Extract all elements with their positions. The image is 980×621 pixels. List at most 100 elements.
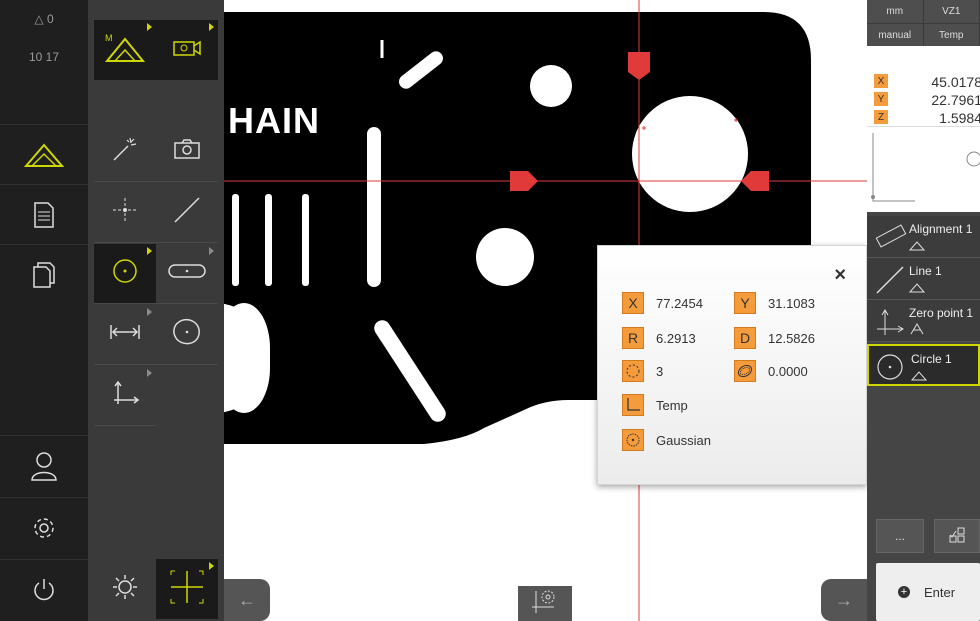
arrow-left-icon: ← xyxy=(238,589,256,610)
axis-x: X xyxy=(874,74,888,88)
result-points: 3 xyxy=(622,360,663,382)
feature-circle[interactable]: Circle 1 xyxy=(867,344,980,386)
plus-icon: + xyxy=(898,586,910,598)
measure-icon xyxy=(908,238,926,256)
grid-icon xyxy=(948,526,966,547)
r-value: 6.2913 xyxy=(656,330,696,346)
line-icon xyxy=(873,263,907,300)
slot-tool[interactable] xyxy=(156,244,218,304)
unit-vz[interactable]: VZ1 xyxy=(923,0,980,23)
user-icon xyxy=(30,451,58,481)
point-tool[interactable] xyxy=(94,183,156,243)
position-x: X 45.0178 xyxy=(867,74,980,90)
submenu-flag xyxy=(147,369,152,377)
measurement-app: △ 0 10 17 M HAIN × X 77.2454 Y 31.1083 R… xyxy=(0,0,980,621)
close-icon[interactable]: × xyxy=(834,264,846,287)
camera-icon xyxy=(173,138,201,165)
delta-indicator: △ 0 xyxy=(34,12,54,26)
point-icon xyxy=(110,195,140,230)
measure-manual-icon: M xyxy=(103,31,147,70)
x-tag: X xyxy=(622,292,644,314)
result-diameter: D 12.5826 xyxy=(734,327,815,349)
axes-icon xyxy=(622,394,644,416)
line-tool[interactable] xyxy=(156,183,218,243)
axis-z: Z xyxy=(874,110,888,124)
tool-palette: M xyxy=(88,0,224,621)
alignment-icon xyxy=(873,221,907,258)
feature-label: Alignment 1 xyxy=(909,222,973,236)
report-menu-button[interactable] xyxy=(0,184,88,244)
crosshair-tool[interactable] xyxy=(156,559,218,619)
zero-icon xyxy=(909,322,925,340)
settings-button[interactable] xyxy=(0,497,88,557)
auto-detect-tool[interactable] xyxy=(94,122,156,182)
feature-line[interactable]: Line 1 xyxy=(867,258,980,300)
forward-button[interactable]: → xyxy=(821,579,867,621)
enter-button[interactable]: + Enter xyxy=(876,563,980,621)
feature-alignment[interactable]: Alignment 1 xyxy=(867,216,980,258)
result-x: X 77.2454 xyxy=(622,292,703,314)
zero-point-tool[interactable] xyxy=(94,366,156,426)
submenu-flag xyxy=(209,247,214,255)
blob-icon xyxy=(171,316,203,353)
measure-icon xyxy=(910,368,928,386)
circle-icon xyxy=(875,351,909,388)
layout-button[interactable] xyxy=(934,519,980,553)
measure-icon xyxy=(24,142,64,168)
result-coordinate-system: Temp xyxy=(622,394,688,416)
d-tag: D xyxy=(734,327,756,349)
submenu-flag xyxy=(147,247,152,255)
more-button[interactable]: ... xyxy=(876,519,924,553)
main-menu: △ 0 10 17 xyxy=(0,0,88,621)
camera-tool[interactable] xyxy=(156,20,218,80)
copy-icon xyxy=(32,261,56,289)
coordinate-label[interactable]: Temp xyxy=(923,24,980,47)
axes-icon xyxy=(110,378,140,413)
zero-point-icon xyxy=(873,305,907,342)
inspector-panel: mm VZ1 manual Temp X 45.0178 Y 22.7961 Z… xyxy=(867,0,980,621)
axis-y: Y xyxy=(874,92,888,106)
form-value: 0.0000 xyxy=(768,363,808,379)
submenu-flag xyxy=(209,23,214,31)
manual-measure-tool[interactable]: M xyxy=(94,20,156,80)
y-tag: Y xyxy=(734,292,756,314)
gear-icon xyxy=(31,515,57,541)
position-y: Y 22.7961 xyxy=(867,92,980,108)
freeform-tool[interactable] xyxy=(156,305,218,365)
submenu-flag xyxy=(147,23,152,31)
power-button[interactable] xyxy=(0,559,88,619)
clock: 10 17 xyxy=(28,50,60,64)
power-icon xyxy=(31,577,57,603)
result-radius: R 6.2913 xyxy=(622,327,696,349)
status-area: △ 0 10 17 xyxy=(0,0,88,64)
measure-icon xyxy=(908,280,926,298)
points-value: 3 xyxy=(656,363,664,379)
position-z: Z 1.5984 xyxy=(867,110,980,126)
measure-menu-button[interactable] xyxy=(0,124,88,184)
measure-settings-button[interactable] xyxy=(518,586,572,621)
value-z: 1.5984 xyxy=(939,110,980,126)
snapshot-tool[interactable] xyxy=(156,122,218,182)
distance-tool[interactable] xyxy=(94,305,156,365)
points-icon xyxy=(622,360,644,382)
coordinate-value: Temp xyxy=(656,397,688,413)
circle-tool[interactable] xyxy=(94,244,156,304)
line-icon xyxy=(172,195,202,230)
crosshair-icon xyxy=(167,567,207,612)
canvas-label: HAIN xyxy=(228,100,320,141)
mode-label[interactable]: manual xyxy=(867,24,924,47)
light-tool[interactable] xyxy=(94,559,156,619)
back-button[interactable]: ← xyxy=(224,579,270,621)
submenu-flag xyxy=(147,308,152,316)
feature-zero-point[interactable]: Zero point 1 xyxy=(867,300,980,342)
feature-label: Line 1 xyxy=(909,264,942,278)
arrow-right-icon: → xyxy=(835,589,853,610)
feature-label: Zero point 1 xyxy=(909,306,974,320)
r-tag: R xyxy=(622,327,644,349)
distance-icon xyxy=(109,322,141,347)
user-button[interactable] xyxy=(0,435,88,495)
submenu-flag xyxy=(209,562,214,570)
unit-length[interactable]: mm xyxy=(867,0,924,23)
file-menu-button[interactable] xyxy=(0,244,88,304)
d-value: 12.5826 xyxy=(768,330,815,346)
